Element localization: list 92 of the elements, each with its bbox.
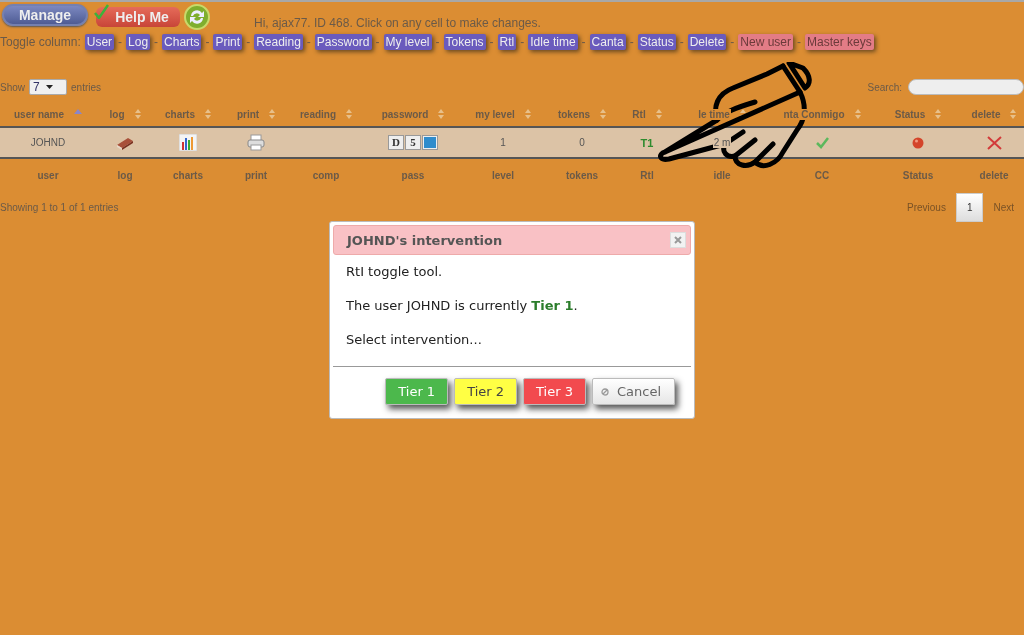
color-key xyxy=(422,135,438,150)
column-header[interactable]: delete xyxy=(970,108,1002,120)
bar-chart-icon[interactable] xyxy=(179,134,197,151)
separator: - xyxy=(489,35,494,49)
column-toggle[interactable]: Reading xyxy=(254,34,303,50)
column-footer: tokens xyxy=(565,169,599,181)
column-footer: level xyxy=(491,169,515,181)
column-footer: comp xyxy=(312,169,340,181)
search-field[interactable] xyxy=(908,79,1024,95)
column-toggle[interactable]: User xyxy=(84,34,115,50)
column-footer: Status xyxy=(902,169,934,181)
column-header[interactable]: charts xyxy=(164,108,196,120)
entries-label: entries xyxy=(71,81,102,93)
column-footer: user xyxy=(37,169,59,181)
greeting-text: Hi, ajax77. ID 468. Click on any cell to make changes. xyxy=(254,16,541,30)
column-header[interactable]: Status xyxy=(893,108,927,120)
column-toggle[interactable]: Charts xyxy=(162,34,202,50)
column-footer: delete xyxy=(979,169,1009,181)
separator: - xyxy=(154,35,159,49)
tier-button[interactable]: Tier 3 xyxy=(523,378,586,405)
column-footer: charts xyxy=(173,169,203,181)
column-header[interactable]: my level xyxy=(474,108,516,120)
column-toggle[interactable]: Log xyxy=(126,34,151,50)
column-toggle[interactable]: Password xyxy=(314,34,372,50)
separator: - xyxy=(118,35,123,49)
separator: - xyxy=(205,35,210,49)
cancel-button[interactable]: Cancel xyxy=(591,378,675,405)
password-key: D xyxy=(388,135,404,150)
separator: - xyxy=(629,35,634,49)
manage-button[interactable]: Manage xyxy=(2,4,88,26)
separator: - xyxy=(520,35,525,49)
column-footer: Rtl xyxy=(640,169,654,181)
column-toggle[interactable]: Rtl xyxy=(497,34,517,50)
column-toggle[interactable]: Idle time xyxy=(528,34,578,50)
table-cell: 1 xyxy=(499,137,507,148)
check-icon xyxy=(94,4,109,19)
column-footer: pass xyxy=(401,169,425,181)
refresh-icon[interactable] xyxy=(184,4,210,30)
search-label: Search: xyxy=(867,81,902,93)
table-cell: 2 m xyxy=(712,137,732,148)
delete-icon[interactable] xyxy=(986,135,1002,150)
tier-cell: T1 xyxy=(640,136,654,149)
column-toggle[interactable]: Delete xyxy=(687,34,727,50)
cancel-icon xyxy=(600,387,609,396)
column-header[interactable]: Rtl xyxy=(631,108,647,120)
separator: - xyxy=(375,35,380,49)
separator: - xyxy=(306,35,311,49)
dropdown-icon xyxy=(45,85,53,89)
dialog-title: JOHND's intervention xyxy=(347,232,503,248)
column-footer: print xyxy=(244,169,268,181)
column-header[interactable]: log xyxy=(108,108,126,120)
toggle-label: Toggle column: xyxy=(0,35,81,49)
password-key: 5 xyxy=(405,135,421,150)
check-icon[interactable] xyxy=(815,136,829,149)
printer-icon[interactable] xyxy=(247,134,265,151)
dialog-text: The user JOHND is currently Tier 1. xyxy=(345,298,579,314)
action-button[interactable]: New user xyxy=(738,34,794,50)
help-me-button[interactable]: Help Me xyxy=(96,7,180,27)
entries-info: Showing 1 to 1 of 1 entries xyxy=(0,202,119,213)
column-footer: CC xyxy=(814,169,830,181)
dialog-text: Select intervention... xyxy=(345,332,483,348)
page-button[interactable]: 1 xyxy=(955,193,984,222)
show-label: Show xyxy=(0,81,25,93)
table-cell: 0 xyxy=(578,137,586,148)
tier-button[interactable]: Tier 2 xyxy=(454,378,518,405)
column-toggle[interactable]: Status xyxy=(637,34,676,50)
status-dot-icon[interactable] xyxy=(912,136,924,149)
column-header[interactable]: nta Conmigo xyxy=(782,108,846,120)
column-toggle[interactable]: My level xyxy=(383,34,432,50)
separator: - xyxy=(730,35,735,49)
action-button[interactable]: Master keys xyxy=(805,34,874,50)
table-cell: JOHND xyxy=(29,137,67,148)
separator: - xyxy=(246,35,251,49)
separator: - xyxy=(435,35,440,49)
separator: - xyxy=(679,35,684,49)
column-header[interactable]: tokens xyxy=(556,108,592,120)
column-toggle[interactable]: Print xyxy=(213,34,243,50)
column-header[interactable]: password xyxy=(380,108,430,120)
separator: - xyxy=(797,35,802,49)
column-header[interactable]: print xyxy=(235,108,261,120)
column-toggle[interactable]: Tokens xyxy=(443,34,486,50)
column-footer: idle xyxy=(713,169,731,181)
close-icon xyxy=(674,236,682,244)
dialog-text: RtI toggle tool. xyxy=(345,264,444,280)
page-size-select[interactable]: 7 xyxy=(29,79,67,95)
column-footer: log xyxy=(117,169,133,181)
separator: - xyxy=(581,35,586,49)
column-header[interactable]: reading xyxy=(298,108,338,120)
tier-button[interactable]: Tier 1 xyxy=(385,378,449,405)
column-toggle[interactable]: Canta xyxy=(589,34,626,50)
close-button[interactable] xyxy=(670,232,686,248)
column-header[interactable]: le time xyxy=(697,108,731,120)
